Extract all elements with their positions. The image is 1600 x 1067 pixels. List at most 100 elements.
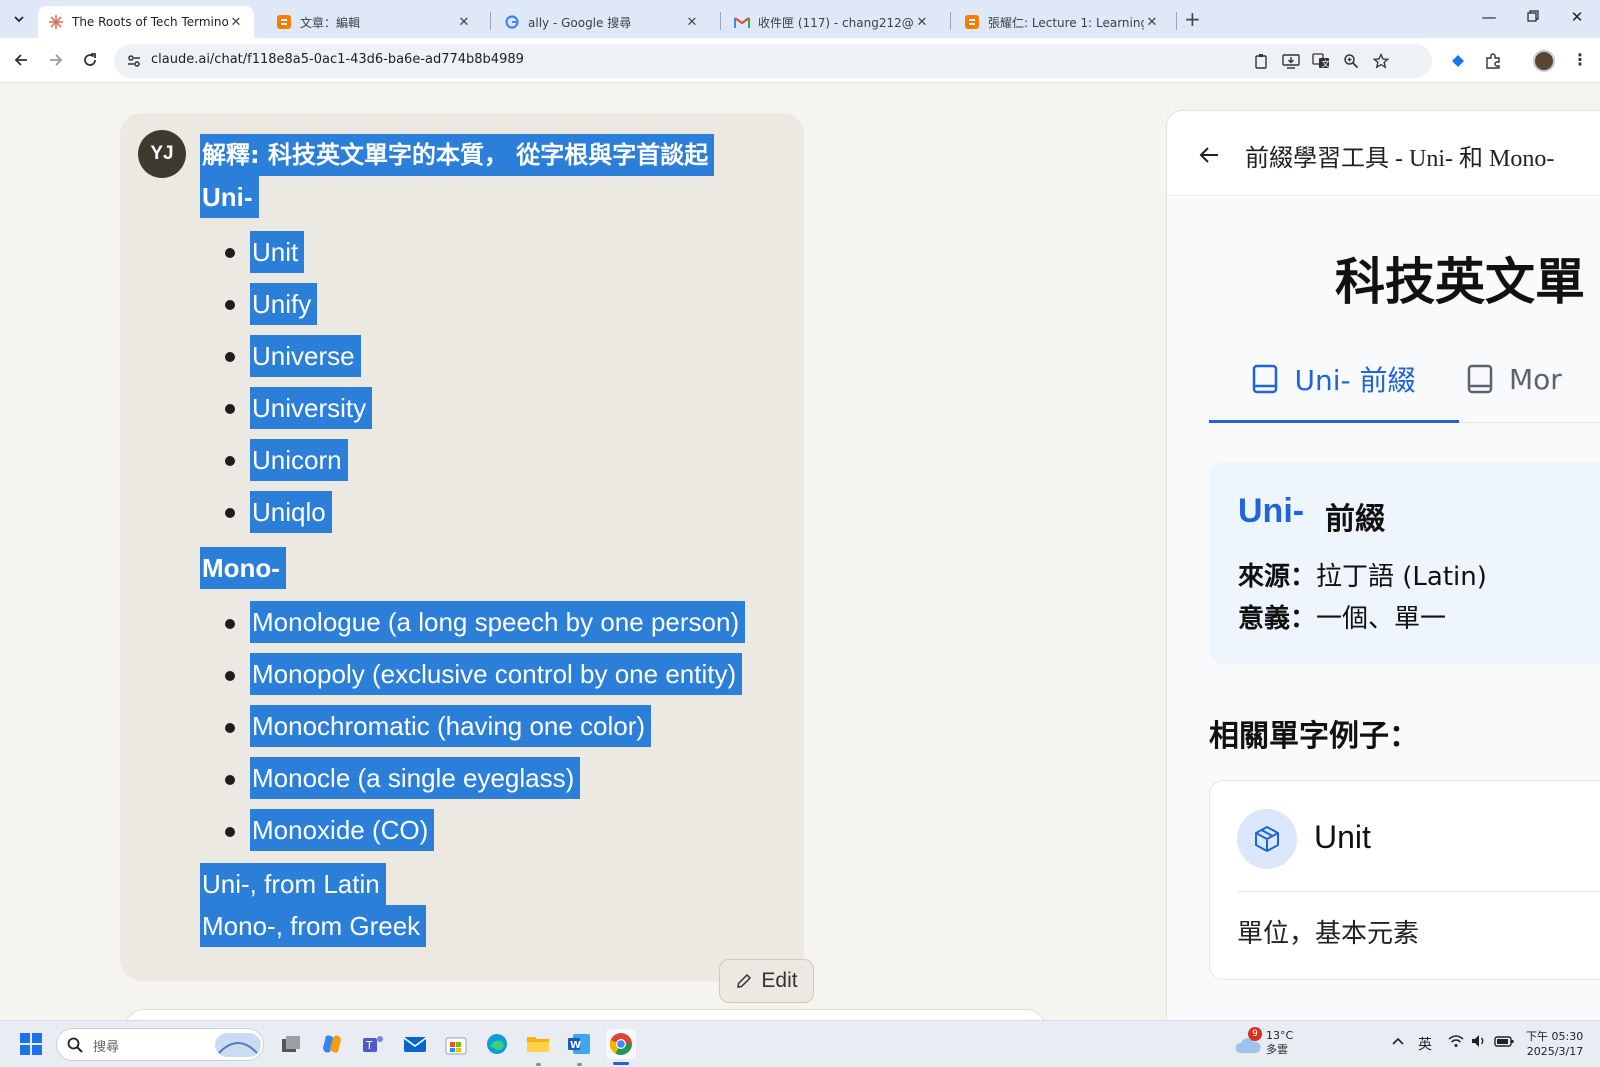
bullet bbox=[225, 508, 235, 518]
close-icon[interactable]: ✕ bbox=[456, 14, 472, 30]
microsoft-store-icon[interactable] bbox=[441, 1029, 471, 1059]
tab-blogger-edit[interactable]: 文章：編輯 ✕ bbox=[266, 6, 482, 38]
task-view-icon[interactable] bbox=[276, 1029, 306, 1059]
meaning-value: 一個、單一 bbox=[1316, 604, 1447, 634]
book-icon bbox=[1253, 364, 1278, 394]
weather-text[interactable]: 13°C 多雲 bbox=[1266, 1029, 1293, 1057]
list-item: Unicorn bbox=[250, 439, 348, 481]
reload-button[interactable] bbox=[80, 50, 100, 70]
origin-uni-text: Uni-, from Latin bbox=[200, 863, 386, 905]
new-tab-button[interactable]: + bbox=[1184, 9, 1201, 29]
restore-button[interactable] bbox=[1518, 8, 1548, 26]
weather-badge: 9 bbox=[1248, 1027, 1262, 1041]
origin-mono: Mono-, from Greek bbox=[200, 905, 427, 947]
site-settings-icon[interactable] bbox=[126, 53, 142, 69]
list-item: Uniqlo bbox=[250, 491, 332, 533]
edge-icon[interactable] bbox=[482, 1029, 512, 1059]
back-arrow-icon[interactable] bbox=[1197, 143, 1221, 167]
bullet bbox=[225, 827, 235, 837]
tab-title: ally - Google 搜尋 bbox=[528, 15, 632, 30]
tab-label: Uni- 前綴 bbox=[1294, 364, 1416, 397]
zoom-icon[interactable] bbox=[1342, 52, 1360, 70]
forward-button[interactable] bbox=[46, 50, 66, 70]
extensions-puzzle-icon[interactable] bbox=[1483, 51, 1503, 71]
prefix-name: Uni- bbox=[1238, 492, 1305, 530]
taskbar-search-box[interactable]: 搜尋 bbox=[56, 1028, 264, 1061]
tab-mono-prefix[interactable]: Mor bbox=[1467, 356, 1562, 402]
show-hidden-icons[interactable] bbox=[1392, 1034, 1404, 1050]
tab-divider bbox=[950, 12, 951, 30]
origin-uni: Uni-, from Latin bbox=[200, 863, 386, 905]
tab-google-search[interactable]: ally - Google 搜尋 ✕ bbox=[494, 6, 710, 38]
tab-claude[interactable]: The Roots of Tech Terminolog ✕ bbox=[38, 6, 254, 38]
list-item-text: Monologue (a long speech by one person) bbox=[250, 601, 746, 643]
cube-icon bbox=[1237, 809, 1297, 869]
tab-divider bbox=[490, 12, 491, 30]
translate-icon[interactable]: 文 bbox=[1312, 52, 1330, 70]
tab-blogger-lecture[interactable]: 張耀仁: Lecture 1: Learning Ev ✕ bbox=[954, 6, 1170, 38]
active-tab-indicator bbox=[1209, 420, 1459, 423]
close-icon[interactable]: ✕ bbox=[684, 14, 700, 30]
wifi-icon[interactable] bbox=[1448, 1034, 1464, 1052]
search-placeholder: 搜尋 bbox=[93, 1040, 120, 1055]
volume-icon[interactable] bbox=[1471, 1034, 1487, 1052]
chrome-icon[interactable] bbox=[606, 1029, 636, 1059]
meaning-line: 意義：一個、單一 bbox=[1238, 598, 1446, 635]
list-item-text: Unit bbox=[250, 231, 305, 273]
list-item-text: Monocle (a single eyeglass) bbox=[250, 757, 581, 799]
copilot-icon[interactable] bbox=[317, 1029, 347, 1059]
clipboard-icon[interactable] bbox=[1252, 52, 1270, 70]
source-label: 來源： bbox=[1238, 562, 1317, 592]
arrow-right-icon bbox=[50, 54, 63, 66]
list-item-text: Monopoly (exclusive control by one entit… bbox=[250, 653, 743, 695]
card-divider bbox=[1237, 891, 1600, 892]
profile-avatar[interactable] bbox=[1533, 50, 1555, 72]
blogger-icon bbox=[276, 14, 292, 30]
minimize-button[interactable]: — bbox=[1474, 8, 1504, 26]
edit-label: Edit bbox=[761, 969, 798, 992]
windows-logo-icon bbox=[20, 1033, 42, 1055]
close-icon[interactable]: ✕ bbox=[228, 14, 244, 30]
system-clock[interactable]: 下午 05:30 2025/3/17 bbox=[1526, 1029, 1583, 1059]
close-icon[interactable]: ✕ bbox=[1144, 14, 1160, 30]
word-icon[interactable]: W bbox=[564, 1029, 594, 1059]
example-word-card[interactable]: Unit 單位，基本元素 bbox=[1209, 780, 1600, 980]
more-menu-icon[interactable]: ⋮ bbox=[1572, 50, 1588, 69]
running-indicator bbox=[536, 1063, 541, 1066]
bullet bbox=[225, 723, 235, 733]
active-app-indicator bbox=[613, 1062, 629, 1065]
install-app-icon[interactable] bbox=[1282, 52, 1300, 70]
tab-gmail[interactable]: 收件匣 (117) - chang212@gm ✕ bbox=[724, 6, 940, 38]
example-definition: 單位，基本元素 bbox=[1237, 919, 1420, 949]
edit-message-button[interactable]: Edit bbox=[719, 959, 814, 1003]
browser-toolbar: claude.ai/chat/f118e8a5-0ac1-43d6-ba6e-a… bbox=[0, 38, 1600, 83]
artifact-panel: 前綴學習工具 - Uni- 和 Mono- 科技英文單 Uni- 前綴 Mor … bbox=[1166, 110, 1600, 1020]
bullet bbox=[225, 248, 235, 258]
bookmark-star-icon[interactable] bbox=[1372, 52, 1390, 70]
file-explorer-icon[interactable] bbox=[523, 1029, 553, 1059]
artifact-title: 前綴學習工具 - Uni- 和 Mono- bbox=[1245, 146, 1555, 172]
svg-text:W: W bbox=[570, 1040, 581, 1051]
tab-uni-prefix[interactable]: Uni- 前綴 bbox=[1209, 356, 1459, 402]
extension-diamond-icon[interactable] bbox=[1448, 51, 1468, 71]
mail-icon[interactable] bbox=[400, 1029, 430, 1059]
composer-box[interactable] bbox=[124, 1009, 1046, 1020]
reload-icon bbox=[84, 53, 96, 66]
user-avatar: YJ bbox=[138, 130, 186, 178]
tab-title: The Roots of Tech Terminolog bbox=[72, 15, 228, 29]
tab-search-button[interactable] bbox=[8, 8, 30, 30]
back-button[interactable] bbox=[11, 50, 31, 70]
bullet bbox=[225, 404, 235, 414]
teams-icon[interactable]: T bbox=[358, 1029, 388, 1059]
browser-tab-strip: The Roots of Tech Terminolog ✕ 文章：編輯 ✕ a… bbox=[0, 0, 1600, 38]
tab-title: 收件匣 (117) - chang212@gm bbox=[758, 15, 914, 30]
pencil-icon bbox=[737, 973, 752, 988]
list-item: Monoxide (CO) bbox=[250, 809, 435, 851]
battery-icon[interactable] bbox=[1494, 1034, 1514, 1052]
close-window-button[interactable]: ✕ bbox=[1562, 8, 1592, 26]
address-bar[interactable]: claude.ai/chat/f118e8a5-0ac1-43d6-ba6e-a… bbox=[114, 44, 1432, 78]
weather-temp: 13°C bbox=[1266, 1029, 1294, 1042]
close-icon[interactable]: ✕ bbox=[914, 14, 930, 30]
start-button[interactable] bbox=[16, 1029, 46, 1059]
input-method[interactable]: 英 bbox=[1418, 1034, 1432, 1054]
